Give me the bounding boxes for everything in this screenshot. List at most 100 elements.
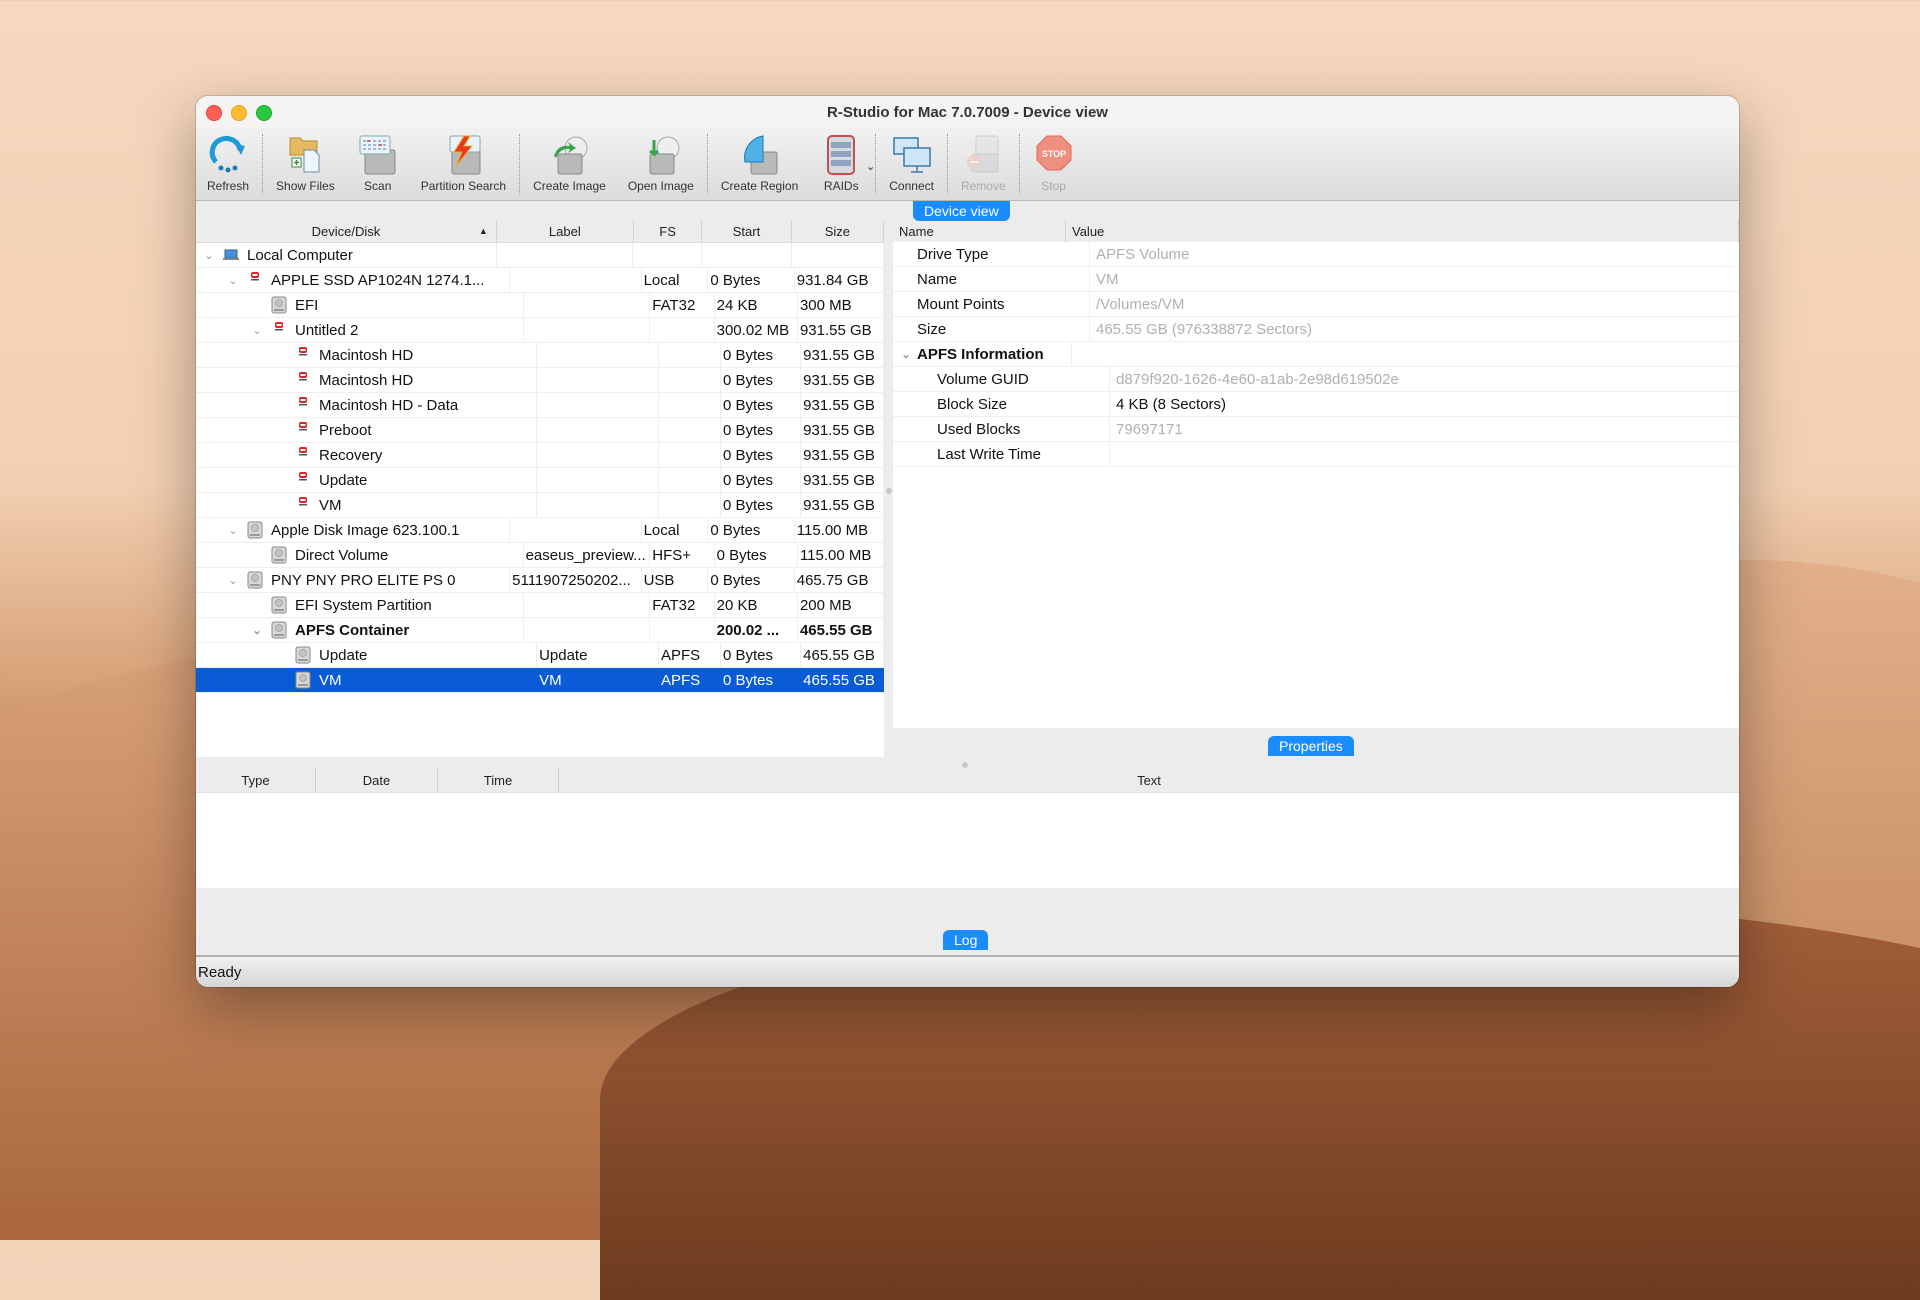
device-name-cell: ⌄Macintosh HD - Data bbox=[196, 393, 538, 417]
chevron-down-icon[interactable]: ⌄ bbox=[250, 624, 264, 637]
property-value: d879f920-1626-4e60-a1ab-2e98d619502e bbox=[1116, 370, 1399, 388]
device-tree-row[interactable]: ⌄EFI FAT3224 KB300 MB bbox=[196, 293, 884, 318]
property-name: ⌄ APFS Information bbox=[893, 342, 1072, 366]
toolbar-separator bbox=[875, 134, 877, 194]
properties-panel: Name Value Drive Type APFS Volume Name VM Mo… bbox=[893, 220, 1739, 728]
device-name-cell: ⌄VM bbox=[196, 493, 538, 517]
device-tree-row[interactable]: ⌄Recovery 0 Bytes931.55 GB bbox=[196, 443, 884, 468]
encrypted-disk-icon bbox=[294, 371, 312, 389]
disk-icon bbox=[246, 571, 264, 589]
device-name-cell: ⌄Recovery bbox=[196, 443, 538, 467]
device-tree-row[interactable]: ⌄ Untitled 2 300.02 MB 931.55 GB bbox=[196, 318, 884, 343]
device-fs-cell: FAT32 bbox=[650, 593, 715, 617]
device-tree-row[interactable]: ⌄VM 0 Bytes931.55 GB bbox=[196, 493, 884, 518]
device-tree: Device/Disk ▲ Label FS Start Size ⌄ Local… bbox=[196, 220, 884, 757]
chevron-down-icon[interactable]: ⌄ bbox=[226, 574, 240, 587]
minimize-window-button[interactable] bbox=[231, 105, 247, 121]
property-row[interactable]: Block Size 4 KB (8 Sectors) bbox=[893, 392, 1739, 417]
toolbar: Refresh Show Files Scan Partition Search… bbox=[196, 128, 1739, 201]
svg-text:STOP: STOP bbox=[1041, 149, 1065, 159]
toolbar-separator bbox=[946, 134, 948, 194]
vertical-splitter-handle[interactable] bbox=[886, 488, 892, 494]
column-header-name[interactable]: Name bbox=[893, 220, 1066, 242]
scan-button[interactable]: Scan bbox=[346, 128, 410, 200]
property-group-row[interactable]: ⌄ APFS Information bbox=[893, 342, 1739, 367]
device-name: PNY PNY PRO ELITE PS 0 bbox=[271, 571, 456, 589]
create-image-label: Create Image bbox=[533, 179, 606, 193]
device-tree-row[interactable]: ⌄UpdateUpdateAPFS0 Bytes465.55 GB bbox=[196, 643, 884, 668]
device-tree-row[interactable]: ⌄ Apple Disk Image 623.100.1 Local 0 Bytes 1… bbox=[196, 518, 884, 543]
chevron-down-icon[interactable]: ⌄ bbox=[202, 249, 216, 262]
chevron-down-icon[interactable]: ⌄ bbox=[250, 324, 264, 337]
chevron-down-icon[interactable]: ⌄ bbox=[899, 348, 913, 361]
property-row[interactable]: Size 465.55 GB (976338872 Sectors) bbox=[893, 317, 1739, 342]
zoom-window-button[interactable] bbox=[256, 105, 272, 121]
device-label-cell: 5111907250202... bbox=[510, 568, 642, 592]
property-row[interactable]: Name VM bbox=[893, 267, 1739, 292]
device-tree-row[interactable]: ⌄VMVMAPFS0 Bytes465.55 GB bbox=[196, 668, 884, 693]
column-header-size[interactable]: Size bbox=[792, 220, 884, 242]
stop-button[interactable]: STOP Stop bbox=[1022, 128, 1086, 200]
properties-tab[interactable]: Properties bbox=[1268, 736, 1354, 756]
column-header-device[interactable]: Device/Disk ▲ bbox=[196, 220, 497, 242]
log-panel: Type Date Time Text bbox=[196, 768, 1739, 888]
remove-button[interactable]: Remove bbox=[950, 128, 1017, 200]
show-files-button[interactable]: Show Files bbox=[265, 128, 346, 200]
column-header-date[interactable]: Date bbox=[316, 768, 438, 792]
device-fs-cell: USB bbox=[642, 568, 709, 592]
refresh-button[interactable]: Refresh bbox=[196, 128, 260, 200]
log-tab[interactable]: Log bbox=[943, 930, 989, 950]
property-row[interactable]: Drive Type APFS Volume bbox=[893, 242, 1739, 267]
device-view-tab[interactable]: Device view bbox=[913, 201, 1010, 221]
device-name: Update bbox=[319, 471, 368, 489]
column-header-fs[interactable]: FS bbox=[634, 220, 703, 242]
create-image-button[interactable]: Create Image bbox=[522, 128, 617, 200]
device-label-cell bbox=[524, 318, 651, 342]
column-header-type[interactable]: Type bbox=[196, 768, 316, 792]
property-row[interactable]: Volume GUID d879f920-1626-4e60-a1ab-2e98d… bbox=[893, 367, 1739, 392]
property-row[interactable]: Last Write Time bbox=[893, 442, 1739, 467]
device-start-cell: 0 Bytes bbox=[721, 443, 802, 467]
chevron-down-icon[interactable]: ⌄ bbox=[226, 524, 240, 537]
property-row[interactable]: Mount Points/Volumes/VM bbox=[893, 292, 1739, 317]
device-tree-row[interactable]: ⌄Macintosh HD 0 Bytes931.55 GB bbox=[196, 368, 884, 393]
column-header-label[interactable]: Label bbox=[497, 220, 634, 242]
device-tree-row[interactable]: ⌄ APFS Container 200.02 ... 465.55 GB bbox=[196, 618, 884, 643]
device-tree-row[interactable]: ⌄Preboot 0 Bytes931.55 GB bbox=[196, 418, 884, 443]
device-start-cell: 0 Bytes bbox=[721, 418, 802, 442]
device-tree-row[interactable]: ⌄ Local Computer bbox=[196, 243, 884, 268]
device-fs-cell: APFS bbox=[659, 668, 721, 692]
device-tree-header: Device/Disk ▲ Label FS Start Size bbox=[196, 220, 884, 243]
sort-ascending-icon: ▲ bbox=[478, 226, 488, 236]
column-header-text[interactable]: Text bbox=[559, 768, 1739, 792]
property-row[interactable]: Used Blocks 79697171 bbox=[893, 417, 1739, 442]
window-title: R-Studio for Mac 7.0.7009 - Device view bbox=[827, 103, 1108, 121]
connect-button[interactable]: Connect bbox=[878, 128, 945, 200]
device-tree-row[interactable]: ⌄Macintosh HD - Data 0 Bytes931.55 GB bbox=[196, 393, 884, 418]
close-window-button[interactable] bbox=[206, 105, 222, 121]
property-name-text: Mount Points bbox=[917, 295, 1005, 313]
open-image-button[interactable]: Open Image bbox=[617, 128, 705, 200]
create-region-button[interactable]: Create Region bbox=[710, 128, 809, 200]
partition-search-button[interactable]: Partition Search bbox=[410, 128, 517, 200]
device-tree-row[interactable]: ⌄Direct Volumeeaseus_preview...HFS+0 Byt… bbox=[196, 543, 884, 568]
device-size-cell: 300 MB bbox=[798, 293, 884, 317]
device-size-cell: 931.55 GB bbox=[801, 393, 884, 417]
device-tree-row[interactable]: ⌄ PNY PNY PRO ELITE PS 0 5111907250202... U… bbox=[196, 568, 884, 593]
device-fs-cell bbox=[659, 443, 721, 467]
device-label-cell: VM bbox=[537, 668, 659, 692]
chevron-down-icon[interactable]: ⌄ bbox=[226, 274, 240, 287]
device-tree-row[interactable]: ⌄Update 0 Bytes931.55 GB bbox=[196, 468, 884, 493]
device-tree-row[interactable]: ⌄Macintosh HD 0 Bytes931.55 GB bbox=[196, 343, 884, 368]
device-start-cell: 0 Bytes bbox=[721, 343, 802, 367]
device-start-cell: 0 Bytes bbox=[708, 568, 795, 592]
device-tree-row[interactable]: ⌄EFI System Partition FAT3220 KB200 MB bbox=[196, 593, 884, 618]
column-header-start[interactable]: Start bbox=[702, 220, 792, 242]
device-tree-row[interactable]: ⌄ APPLE SSD AP1024N 1274.1... Local 0 Bytes… bbox=[196, 268, 884, 293]
raids-button[interactable]: RAIDs ⌄ bbox=[809, 128, 875, 200]
device-label-cell bbox=[510, 518, 642, 542]
chevron-down-icon[interactable]: ⌄ bbox=[866, 160, 875, 173]
device-start-cell: 300.02 MB bbox=[715, 318, 798, 342]
column-header-time[interactable]: Time bbox=[438, 768, 559, 792]
column-header-value[interactable]: Value bbox=[1066, 220, 1739, 242]
